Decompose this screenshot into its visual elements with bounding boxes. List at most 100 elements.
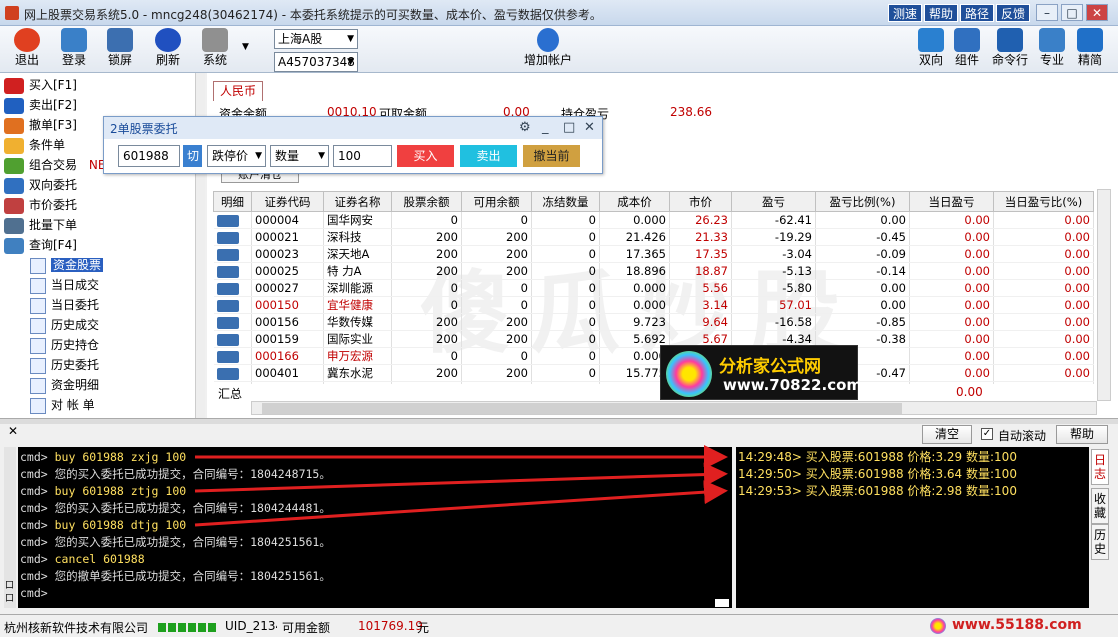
sidebar-sub-fund-detail[interactable]: 资金明细 [30,375,99,395]
column-header[interactable]: 市价 [669,191,732,212]
help-button[interactable]: 帮助 [1056,425,1108,444]
lock-screen-button[interactable]: 锁屏 [98,28,142,71]
price-type-select[interactable]: 跌停价 ▼ [207,145,266,167]
detail-cell[interactable] [213,296,252,314]
detail-cell[interactable] [213,347,252,365]
sell-button[interactable]: 卖出 [460,145,517,167]
component-button[interactable]: 组件 [945,28,989,71]
detail-cell[interactable] [213,228,252,246]
table-row[interactable]: 000027 深圳能源 0 0 0 0.000 5.56 -5.80 0.00 0.00 0.00 [213,279,1094,297]
command-line-button[interactable]: 命令行 [988,28,1032,71]
sidebar-item-batch[interactable]: 批量下单 [4,215,77,235]
path-button[interactable]: 路径 [960,4,995,22]
detail-cell[interactable] [213,262,252,280]
table-row[interactable]: 000401 冀东水泥 200 200 0 15.775 -0.47 0.00 0.00 [213,364,1094,382]
column-header[interactable]: 成本价 [599,191,670,212]
tab-favorites[interactable]: 收藏 [1091,488,1109,524]
sidebar-sub-today-orders[interactable]: 当日委托 [30,295,99,315]
close-icon[interactable]: ✕ [584,120,595,135]
tab-log[interactable]: 日志 [1091,449,1109,485]
switch-button[interactable]: 切 [183,145,202,167]
speed-test-button[interactable]: 测速 [888,4,923,22]
help-title-button[interactable]: 帮助 [924,4,959,22]
feedback-button[interactable]: 反馈 [996,4,1031,22]
column-header[interactable]: 股票余额 [391,191,462,212]
sidebar-sub-today-deals[interactable]: 当日成交 [30,275,99,295]
column-header[interactable]: 当日盈亏比(%) [993,191,1094,212]
tab-rmb[interactable]: 人民币 [213,81,264,101]
column-header[interactable]: 盈亏 [731,191,816,212]
detail-cell[interactable] [213,279,252,297]
detail-cell[interactable] [213,245,252,263]
account-select[interactable]: A457037348 ▼ [274,52,358,72]
sidebar-item-cancel[interactable]: 撤单[F3] [4,115,77,135]
quantity-type-select[interactable]: 数量 ▼ [270,145,329,167]
minimize-icon[interactable]: _ [542,120,549,135]
exit-button[interactable]: 退出 [5,28,49,71]
table-row[interactable]: 000023 深天地A 200 200 0 17.365 17.35 -3.04 -0.09 0.… [213,245,1094,263]
detail-icon[interactable] [216,316,239,329]
scroll-thumb[interactable] [262,403,902,414]
sidebar-sub-history-holdings[interactable]: 历史持仓 [30,335,99,355]
sidebar-sub-statement[interactable]: 对 帐 单 [30,395,95,415]
table-row[interactable]: 000150 宜华健康 0 0 0 0.000 3.14 57.01 0.00 0.00 0.00 [213,296,1094,314]
gear-icon[interactable]: ⚙ [519,120,531,135]
auto-scroll-checkbox[interactable]: ✓ [981,428,993,440]
sidebar-item-combo[interactable]: 组合交易 NE [4,155,105,175]
maximize-icon[interactable]: □ [563,120,575,135]
close-panel-icon[interactable]: ✕ [8,424,18,438]
column-header[interactable]: 冻结数量 [531,191,600,212]
sidebar-sub-funds-stocks[interactable]: 资金股票 [30,255,104,275]
sidebar-item-two-way[interactable]: 双向委托 [4,175,77,195]
column-header[interactable]: 当日盈亏 [909,191,994,212]
minimize-icon[interactable]: – [1036,4,1058,21]
table-row[interactable]: 000156 华数传媒 200 200 0 9.723 9.64 -16.58 -0.85 0.0… [213,313,1094,331]
close-icon[interactable]: ✕ [1086,4,1108,21]
column-header[interactable]: 证券代码 [251,191,324,212]
column-header[interactable]: 证券名称 [323,191,392,212]
detail-icon[interactable] [216,282,239,295]
sidebar-item-conditional[interactable]: 条件单 [4,135,65,155]
detail-cell[interactable] [213,313,252,331]
detail-icon[interactable] [216,214,239,227]
detail-icon[interactable] [216,231,239,244]
sidebar-item-query[interactable]: 查询[F4] [4,235,77,255]
sidebar-item-buy[interactable]: 买入[F1] [4,75,77,95]
detail-icon[interactable] [216,299,239,312]
ad-banner[interactable]: 分析家公式网 www.70822.com [660,345,862,400]
detail-icon[interactable] [216,265,239,278]
tab-history[interactable]: 历史 [1091,524,1109,560]
table-row[interactable]: 000159 国际实业 200 200 0 5.692 5.67 -4.34 -0.38 0.00… [213,330,1094,348]
chevron-down-icon[interactable]: ▼ [242,42,249,52]
sidebar-item-sell[interactable]: 卖出[F2] [4,95,77,115]
column-header[interactable]: 可用余额 [461,191,532,212]
sidebar-sub-history-orders[interactable]: 历史委托 [30,355,99,375]
table-row[interactable]: 000025 特 力A 200 200 0 18.896 18.87 -5.13 -0.14 0.… [213,262,1094,280]
system-button[interactable]: 系统 [193,28,237,71]
detail-icon[interactable] [216,350,239,363]
add-account-button[interactable]: 增加帐户 [520,28,576,71]
stock-code-input[interactable]: 601988 [118,145,180,167]
sidebar-sub-history-deals[interactable]: 历史成交 [30,315,99,335]
cancel-current-button[interactable]: 撤当前 [523,145,580,167]
table-vertical-scrollbar[interactable] [1097,189,1111,401]
detail-cell[interactable] [213,211,252,229]
column-header[interactable]: 明细 [213,191,252,212]
table-row[interactable]: 000004 国华网安 0 0 0 0.000 26.23 -62.41 0.00 0.00 0.0… [213,211,1094,229]
panel-divider[interactable] [0,418,1118,424]
detail-cell[interactable] [213,364,252,382]
market-select[interactable]: 上海A股 ▼ [274,29,358,49]
sidebar-item-market-order[interactable]: 市价委托 [4,195,77,215]
quantity-input[interactable]: 100 [333,145,392,167]
command-console[interactable]: cmd> buy 601988 zxjg 100 cmd> 您的买入委托已成功提交… [18,447,732,608]
column-header[interactable]: 盈亏比例(%) [815,191,910,212]
detail-cell[interactable] [213,330,252,348]
table-row[interactable]: 000021 深科技 200 200 0 21.426 21.33 -19.29 -0.45 0.… [213,228,1094,246]
buy-button[interactable]: 买入 [397,145,454,167]
login-button[interactable]: 登录 [52,28,96,71]
maximize-icon[interactable]: □ [1061,4,1083,21]
detail-icon[interactable] [216,248,239,261]
detail-icon[interactable] [216,367,239,380]
detail-icon[interactable] [216,333,239,346]
clear-button[interactable]: 清空 [922,425,972,444]
